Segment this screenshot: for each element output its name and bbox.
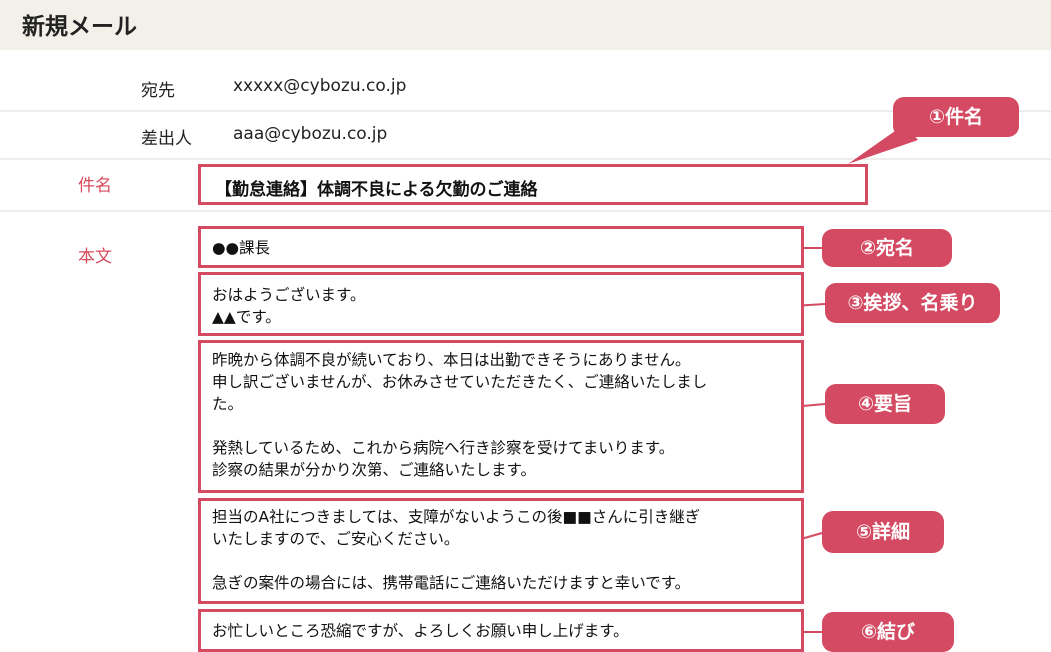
divider	[0, 158, 1051, 160]
from-field[interactable]: aaa@cybozu.co.jp	[233, 124, 387, 144]
closing-tag: ⑥結び	[822, 612, 954, 652]
body-section-closing[interactable]: お忙しいところ恐縮ですが、よろしくお願い申し上げます。	[198, 609, 804, 652]
main-point-text: 昨晩から体調不良が続いており、本日は出勤できそうにありません。 申し訳ございませ…	[212, 351, 708, 479]
divider	[0, 210, 1051, 212]
details-text: 担当のA社につきましては、支障がないようこの後■■さんに引き継ぎ いたしますので…	[212, 508, 701, 592]
subject-input[interactable]: 【勤怠連絡】体調不良による欠勤のご連絡	[198, 164, 868, 205]
greeting-text: おはようございます。 ▲▲です。	[212, 286, 366, 326]
body-section-salutation[interactable]: ●●課長	[198, 226, 804, 268]
main-point-tag: ④要旨	[825, 384, 945, 424]
salutation-text: ●●課長	[212, 239, 271, 257]
to-label: 宛先	[141, 81, 175, 101]
body-section-main-point[interactable]: 昨晩から体調不良が続いており、本日は出勤できそうにありません。 申し訳ございませ…	[198, 340, 804, 493]
body-section-details[interactable]: 担当のA社につきましては、支障がないようこの後■■さんに引き継ぎ いたしますので…	[198, 498, 804, 604]
body-section-greeting[interactable]: おはようございます。 ▲▲です。	[198, 272, 804, 336]
to-field[interactable]: xxxxx@cybozu.co.jp	[233, 76, 406, 96]
greeting-tag: ③挨拶、名乗り	[825, 283, 1000, 323]
closing-text: お忙しいところ恐縮ですが、よろしくお願い申し上げます。	[212, 622, 629, 640]
from-label: 差出人	[141, 129, 192, 149]
subject-text: 【勤怠連絡】体調不良による欠勤のご連絡	[215, 180, 538, 200]
window-header: 新規メール	[0, 0, 1051, 50]
subject-tag: ①件名	[893, 97, 1019, 137]
details-tag: ⑤詳細	[822, 511, 944, 553]
window-title: 新規メール	[22, 14, 137, 40]
body-label: 本文	[78, 247, 112, 267]
subject-label: 件名	[78, 176, 112, 196]
salutation-tag: ②宛名	[822, 229, 952, 267]
